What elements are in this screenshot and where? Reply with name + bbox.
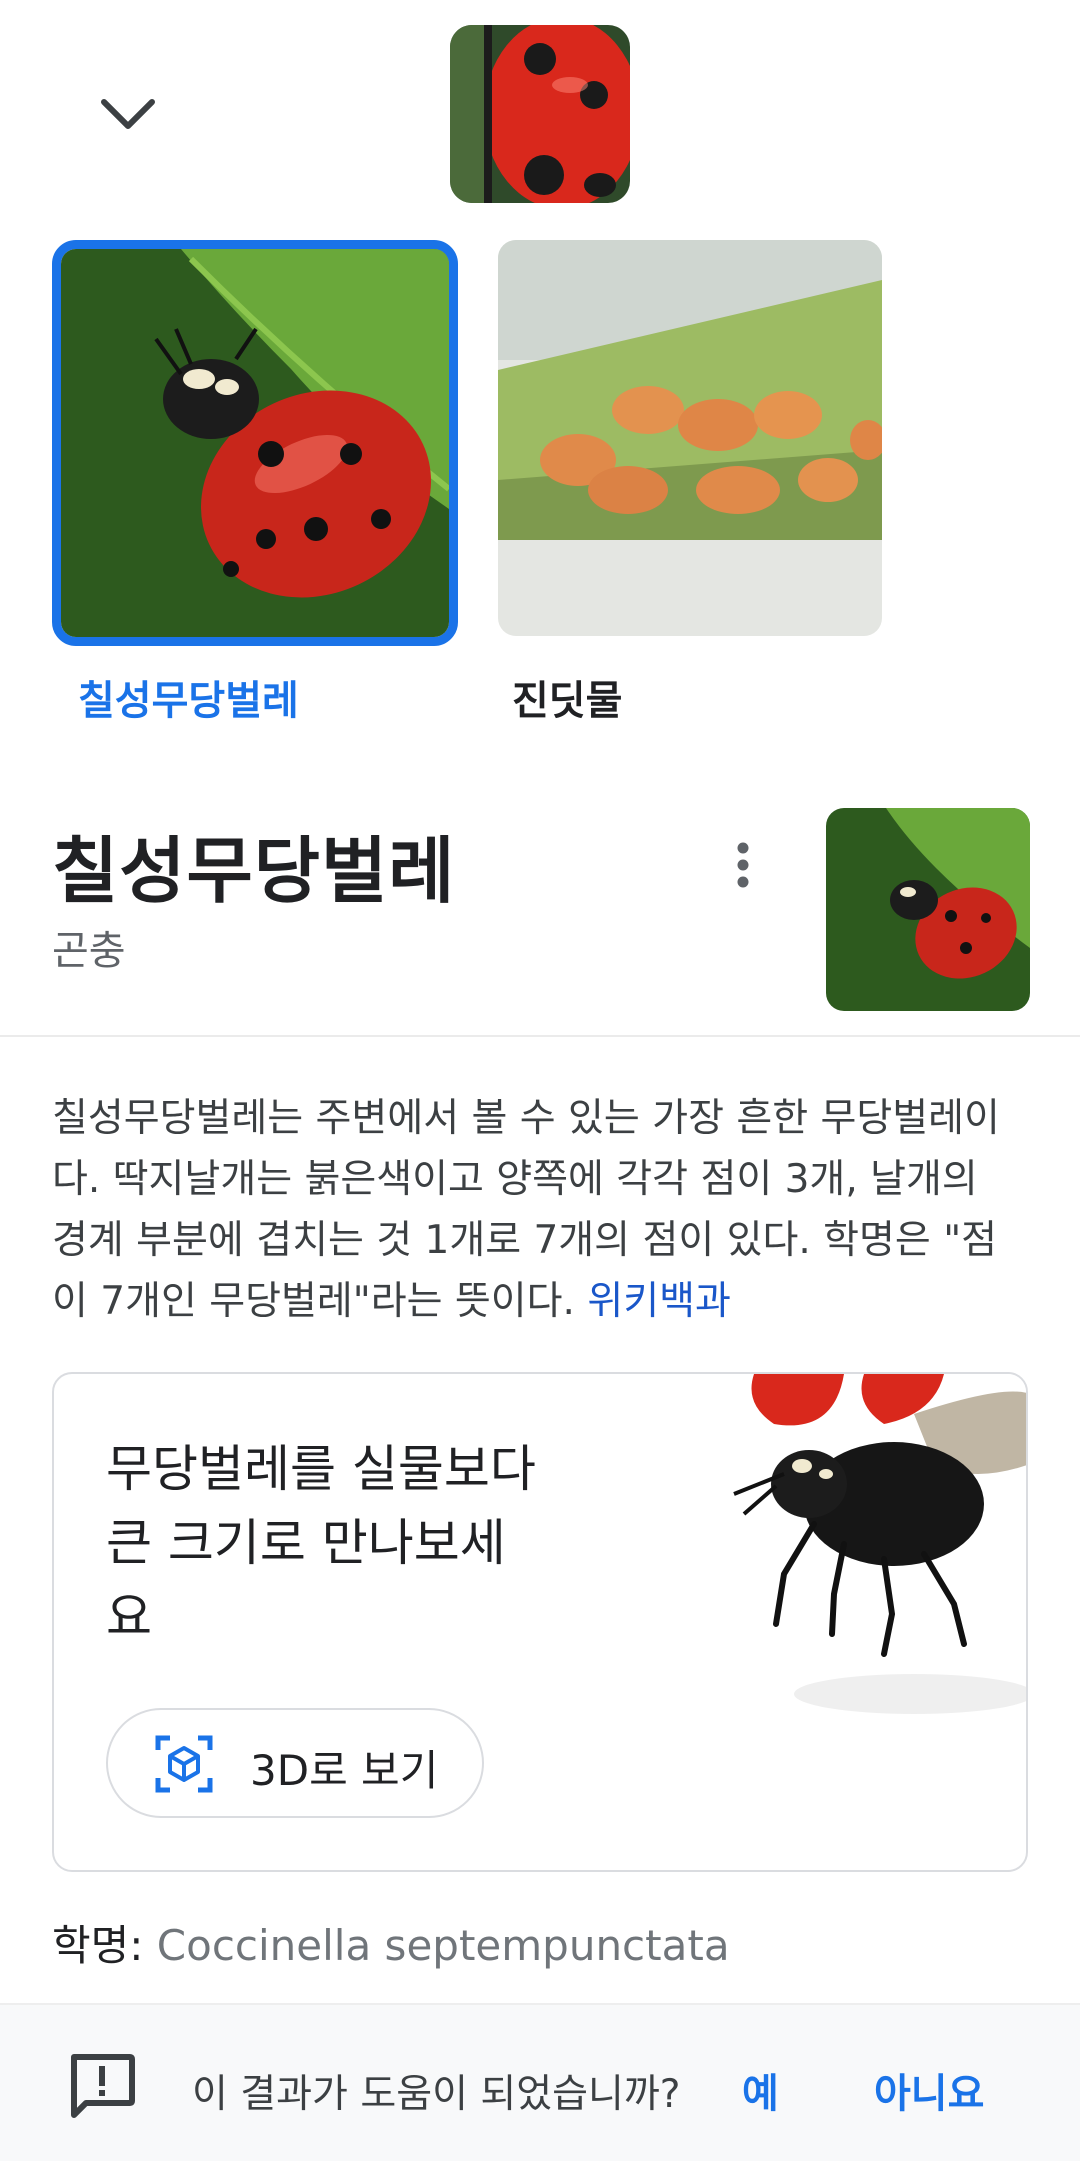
selected-frame	[52, 240, 458, 646]
entity-title: 칠성무당벌레	[52, 829, 456, 913]
collapse-button[interactable]	[90, 80, 166, 146]
feedback-yes-button[interactable]: 예	[742, 2061, 779, 2119]
feedback-question: 이 결과가 도움이 되었습니까?	[192, 2072, 681, 2117]
more-vert-icon	[737, 842, 749, 888]
carousel-item-aphid[interactable]	[498, 240, 882, 636]
feedback-no-button[interactable]: 아니요	[874, 2061, 984, 2119]
ar-promo-title: 무당벌레를 실물보다 큰 크기로 만나보세요	[106, 1440, 536, 1646]
entity-subtitle: 곤충	[52, 928, 126, 974]
ladybug-closeup-image	[450, 25, 630, 203]
aphid-image	[498, 240, 882, 636]
scientific-name-label: 학명:	[52, 1921, 144, 1970]
flying-ladybug-image	[714, 1374, 1026, 1734]
entity-description: 칠성무당벌레는 주변에서 볼 수 있는 가장 흔한 무당벌레이다. 딱지날개는 …	[52, 1088, 1022, 1332]
view-in-3d-button[interactable]: 3D로 보기	[106, 1708, 484, 1818]
ladybug-on-leaf-image	[61, 249, 449, 637]
scientific-name-value: Coccinella septempunctata	[156, 1921, 730, 1970]
ladybug-thumbnail-image	[826, 808, 1030, 1011]
feedback-bar: 이 결과가 도움이 되었습니까? 예 아니요	[0, 2003, 1080, 2161]
chevron-down-icon	[101, 99, 155, 129]
carousel-item-seven-spot-ladybird[interactable]	[52, 240, 458, 646]
more-options-button[interactable]	[718, 835, 768, 905]
view-in-3d-label: 3D로 보기	[250, 1746, 439, 1795]
carousel-item-label[interactable]: 칠성무당벌레	[78, 668, 299, 726]
feedback-icon	[71, 2054, 135, 2118]
divider	[0, 1035, 1080, 1037]
wikipedia-source-link[interactable]: 위키백과	[587, 1279, 731, 1324]
query-image-thumbnail[interactable]	[450, 25, 630, 203]
entity-image[interactable]	[826, 808, 1030, 1011]
ar-promo-card: 무당벌레를 실물보다 큰 크기로 만나보세요 3D로 보기	[52, 1372, 1028, 1872]
cube-3d-icon	[155, 1735, 213, 1793]
carousel-item-label[interactable]: 진딧물	[512, 668, 622, 726]
scientific-name: 학명: Coccinella septempunctata	[52, 1912, 730, 1973]
description-text: 칠성무당벌레는 주변에서 볼 수 있는 가장 흔한 무당벌레이다. 딱지날개는 …	[52, 1096, 1000, 1324]
